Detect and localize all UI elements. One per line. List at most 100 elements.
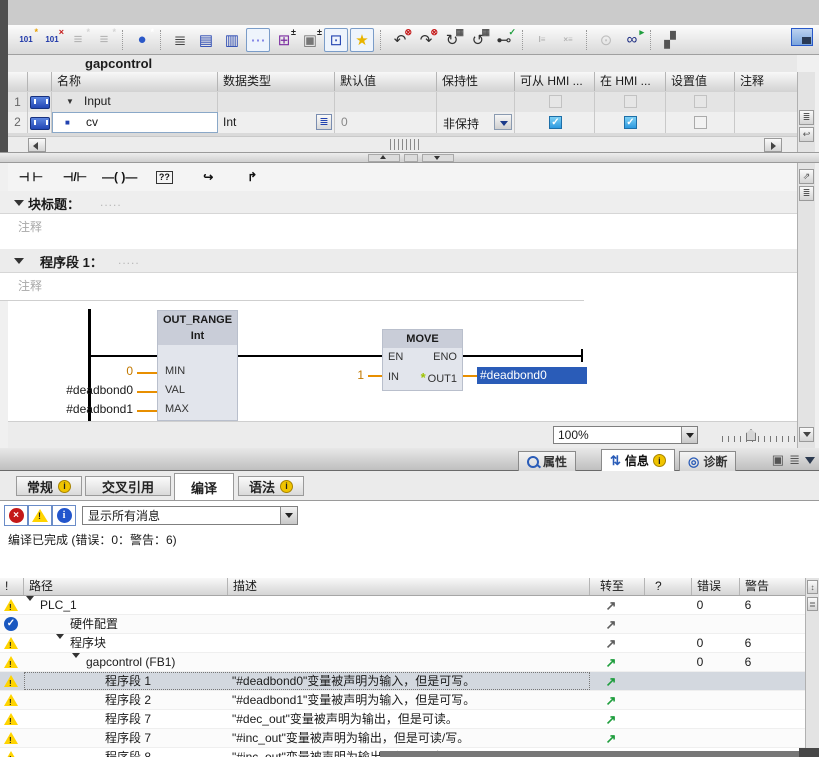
block-comment-area[interactable]: 注释: [0, 214, 797, 249]
goto-arrow-icon[interactable]: ↗: [596, 596, 626, 615]
no-contact-button[interactable]: ⊣ ⊢: [10, 165, 52, 189]
hmi-visible-checkbox[interactable]: [624, 95, 637, 108]
subtab-compile[interactable]: 编译: [174, 473, 234, 500]
coil-button[interactable]: —( )—: [98, 165, 141, 189]
zoom-dropdown-button[interactable]: [681, 427, 697, 443]
name-cell[interactable]: ▼ Input: [52, 92, 218, 112]
col-question[interactable]: ?: [645, 578, 692, 595]
zoom-slider[interactable]: [722, 430, 797, 442]
col-goto[interactable]: 转至: [590, 578, 645, 595]
col-description[interactable]: 描述: [228, 578, 590, 595]
out-range-type[interactable]: Int: [158, 329, 237, 345]
col-errors[interactable]: 错误: [692, 578, 740, 595]
scroll-jump-icon[interactable]: ↕: [807, 580, 818, 594]
move-box[interactable]: MOVE EN ENO IN *OUT1: [382, 329, 463, 391]
expand-arrow-icon[interactable]: ▼: [66, 97, 74, 106]
val-operand[interactable]: #deadbond0: [8, 383, 133, 397]
block-title-placeholder[interactable]: .....: [100, 195, 122, 209]
tab-info[interactable]: ⇅ 信息 i: [601, 449, 675, 471]
zoom-combobox[interactable]: 100%: [553, 426, 698, 444]
retain-cell[interactable]: 非保持: [437, 112, 515, 133]
goto-arrow-icon[interactable]: ↗: [596, 691, 626, 710]
move-in-operand[interactable]: 1: [308, 368, 364, 382]
comment-cell[interactable]: [735, 112, 797, 133]
col-default[interactable]: 默认值: [335, 72, 437, 91]
redo-icon[interactable]: ↷⊗: [414, 28, 438, 52]
overview-icon[interactable]: ≣: [799, 186, 814, 201]
name-edit-cell[interactable]: ■ cv: [52, 112, 218, 133]
col-datatype[interactable]: 数据类型: [218, 72, 335, 91]
datatype-browse-button[interactable]: ≣: [316, 114, 332, 130]
search-icon[interactable]: ⊙: [594, 28, 618, 52]
ladder-vscrollbar[interactable]: ⇗ ≣: [797, 163, 815, 448]
col-name[interactable]: 名称: [52, 72, 218, 91]
filter-dropdown-button[interactable]: [280, 507, 297, 524]
goto-arrow-icon[interactable]: ↗: [596, 615, 626, 634]
modify-all-icon[interactable]: ×≡: [556, 28, 580, 52]
col-comment[interactable]: 注释: [735, 72, 797, 91]
box-frame-icon[interactable]: ⊡: [324, 28, 348, 52]
hmi-accessible-checkbox[interactable]: [549, 95, 562, 108]
load-snapshot-icon[interactable]: ↻▦: [440, 28, 464, 52]
ladder-canvas[interactable]: OUT_RANGE Int MIN VAL MAX 0 #deadbond0 #…: [8, 301, 797, 421]
col-hmi-visible[interactable]: 在 HMI ...: [595, 72, 666, 91]
pane-splitter[interactable]: [0, 152, 819, 163]
message-row[interactable]: ✓硬件配置↗: [0, 615, 805, 634]
delete-row-icon[interactable]: ≡*: [92, 28, 116, 52]
datatype-cell[interactable]: [218, 92, 335, 112]
absolute-operands-icon[interactable]: ≣: [168, 28, 192, 52]
message-vscrollbar[interactable]: ↕ ≣: [805, 578, 819, 757]
message-row[interactable]: !gapcontrol (FB1)↗06: [0, 653, 805, 672]
window-resize-edge[interactable]: [380, 751, 819, 757]
goto-arrow-icon[interactable]: ↗: [596, 634, 626, 653]
scroll-right-button[interactable]: [764, 138, 782, 152]
insert-network-icon[interactable]: 101*: [14, 28, 38, 52]
comment-cell[interactable]: [735, 92, 797, 112]
keep-actual-values-icon[interactable]: ●*: [130, 28, 154, 52]
filter-errors-button[interactable]: ×: [4, 505, 28, 526]
splitter-handle[interactable]: [404, 154, 418, 162]
open-branch-button[interactable]: ↪: [187, 165, 229, 189]
editor-layout-icon[interactable]: [791, 28, 813, 46]
block-title-section[interactable]: 块标题： .....: [0, 191, 797, 214]
favorites-icon[interactable]: ★: [350, 28, 374, 52]
setpoint-checkbox[interactable]: [694, 95, 707, 108]
var-row-cv[interactable]: 2 ■ cv Int ≣ 0 非保持 ✓ ✓: [8, 112, 797, 134]
empty-box-button[interactable]: ??: [143, 165, 185, 189]
message-row[interactable]: !程序段 2"#deadbond1"变量被声明为输入，但是可写。↗: [0, 691, 805, 710]
table-menu-icon[interactable]: ≣: [799, 110, 814, 125]
col-path[interactable]: 路径: [24, 578, 228, 595]
comments-toggle-icon[interactable]: ⋯: [246, 28, 270, 52]
box-io-expand-icon[interactable]: ⊞±: [272, 28, 296, 52]
network-1-title-placeholder[interactable]: .....: [118, 253, 140, 267]
goto-arrow-icon[interactable]: ↗: [596, 729, 626, 748]
col-retain[interactable]: 保持性: [437, 72, 515, 91]
col-setpoint[interactable]: 设置值: [666, 72, 735, 91]
hmi-accessible-checkbox[interactable]: ✓: [549, 116, 562, 129]
pan-tool-icon[interactable]: ⇗: [799, 169, 814, 184]
collapse-panel-icon[interactable]: [805, 457, 815, 464]
message-row[interactable]: !程序段 1"#deadbond0"变量被声明为输入，但是可写。↗: [0, 672, 805, 691]
var-row-input[interactable]: 1 ▼ Input: [8, 92, 797, 113]
filter-warnings-button[interactable]: !: [28, 505, 52, 526]
var-table-hscrollbar[interactable]: [8, 136, 797, 153]
delete-network-icon[interactable]: 101×: [40, 28, 64, 52]
collapse-arrow-icon[interactable]: [14, 200, 24, 206]
copy-snapshot-icon[interactable]: ↺▦: [466, 28, 490, 52]
float-window-icon[interactable]: ▣: [772, 452, 784, 468]
message-row[interactable]: !程序段 7"#inc_out"变量被声明为输出，但是可读/写。↗: [0, 729, 805, 748]
col-warnings[interactable]: 警告: [740, 578, 805, 595]
monitor-glasses-icon[interactable]: ∞▸: [620, 28, 644, 52]
tab-properties[interactable]: 属性: [518, 451, 576, 471]
snapshot-camera-icon[interactable]: ▣±: [298, 28, 322, 52]
network-1-header[interactable]: 程序段 1： .....: [0, 249, 797, 273]
setpoint-checkbox[interactable]: [694, 116, 707, 129]
message-filter-combobox[interactable]: 显示所有消息: [82, 506, 298, 525]
monitor-all-icon[interactable]: I≡: [530, 28, 554, 52]
message-row[interactable]: !程序块↗06: [0, 634, 805, 653]
splitter-down-button[interactable]: [422, 154, 454, 162]
network-comment-icon[interactable]: ▥: [220, 28, 244, 52]
default-cell[interactable]: [335, 92, 437, 112]
filter-info-button[interactable]: i: [52, 505, 76, 526]
hmi-visible-checkbox[interactable]: ✓: [624, 116, 637, 129]
